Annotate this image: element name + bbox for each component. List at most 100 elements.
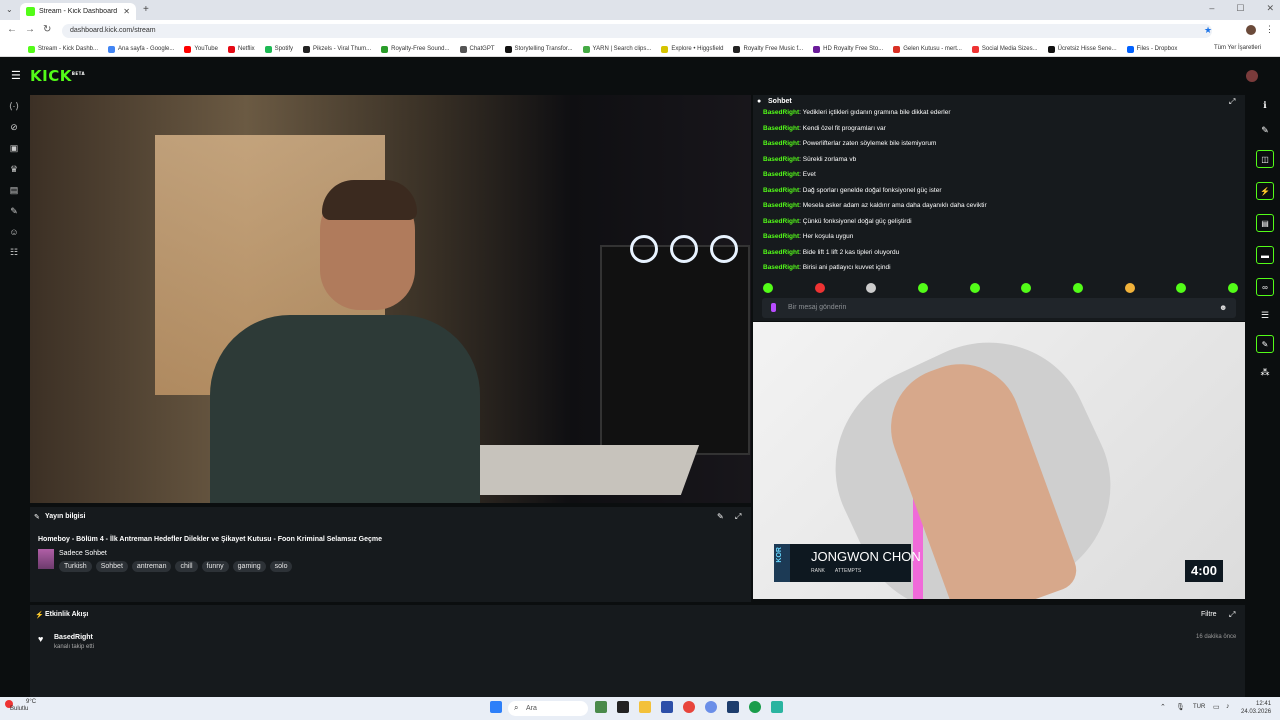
chat-username[interactable]: BasedRight [763,249,799,256]
stream-nav-icon[interactable]: ⟨·⟩ [9,101,19,112]
calculator-app-icon[interactable] [771,701,783,713]
layers-icon[interactable]: ☰ [1261,310,1269,321]
bookmark-item[interactable]: YARN | Search clips... [582,45,651,53]
emote-icon[interactable] [1021,283,1032,293]
edit-icon[interactable]: ✎ [1261,125,1269,136]
system-clock[interactable]: 12:41 24.03.2026 [1241,700,1271,716]
bookmark-item[interactable]: Royalty Free Music f... [733,45,803,53]
chat-identity-icon[interactable] [771,303,776,312]
bookmark-item[interactable]: Netflix [227,45,255,53]
chrome-icon[interactable] [683,701,695,713]
profile-avatar[interactable] [1246,25,1256,35]
bookmark-item[interactable]: Ana sayfa - Google... [108,45,174,53]
landscape-app-icon[interactable] [595,701,607,713]
emote-icon[interactable] [1072,283,1083,293]
activity-username[interactable]: BasedRight [54,634,93,641]
emote-icon[interactable] [1176,283,1187,293]
link-nav-icon[interactable]: ⊘ [10,122,18,133]
taskbar-search[interactable]: Ara [508,701,588,716]
minimize-icon[interactable]: – [1209,3,1214,14]
tab-search-icon[interactable]: ⌄ [6,5,13,14]
team-nav-icon[interactable]: ☷ [10,247,18,258]
emote-icon[interactable] [917,283,928,293]
bookmark-item[interactable]: Storytelling Transfor... [504,45,573,53]
file-explorer-icon[interactable] [639,701,651,713]
user-avatar[interactable] [1246,70,1258,82]
reload-icon[interactable]: ↻ [43,24,51,35]
tag[interactable]: solo [269,561,293,572]
url-field[interactable]: dashboard.kick.com/stream [62,24,1212,38]
chat-username[interactable]: BasedRight [763,156,799,163]
calendar-nav-icon[interactable]: ▤ [10,185,19,196]
close-tab-icon[interactable]: ✕ [123,7,130,16]
bookmark-item[interactable]: Pikzels - Viral Thum... [303,45,371,53]
maximize-icon[interactable]: ☐ [1236,3,1244,14]
library-nav-icon[interactable]: ▣ [10,143,19,154]
trophy-nav-icon[interactable]: ♛ [10,164,18,175]
emote-icon[interactable] [1124,283,1135,293]
browser-app-icon[interactable] [705,701,717,713]
popout-activity-icon[interactable]: ⤢ [1229,610,1235,620]
bookmark-star-icon[interactable]: ★ [1204,25,1212,36]
store-app-icon[interactable] [661,701,673,713]
tag[interactable]: gaming [232,561,266,572]
chat-username[interactable]: BasedRight [763,202,799,209]
all-bookmarks[interactable]: Tüm Yer İşaretleri [1214,45,1261,51]
tray-chevron-icon[interactable]: ⌃ [1160,703,1166,711]
tools-nav-icon[interactable]: ✎ [10,206,18,217]
bookmark-item[interactable]: Spotify [264,45,293,53]
tag[interactable]: funny [201,561,229,572]
tag[interactable]: chill [175,561,198,572]
browser-menu-icon[interactable]: ⋮ [1265,24,1274,35]
clip-icon[interactable]: ◫ [1256,150,1274,168]
bookmark-item[interactable]: Gelen Kutusu - mert... [893,45,962,53]
emote-icon[interactable] [969,283,980,293]
tools-action-icon[interactable]: ✎ [1256,335,1274,353]
document-icon[interactable]: ▤ [1256,214,1274,232]
chat-username[interactable]: BasedRight [763,171,799,178]
bookmark-item[interactable]: Stream - Kick Dashb... [28,45,98,53]
popout-info-icon[interactable]: ⤢ [735,512,741,522]
share-icon[interactable]: ⁂ [1261,367,1270,378]
language-indicator[interactable]: TUR [1193,704,1205,710]
bookmark-item[interactable]: Royalty-Free Sound... [381,45,450,53]
emote-icon[interactable] [814,283,825,293]
stream-video-preview[interactable] [30,95,751,503]
edit-info-icon[interactable]: ✎ [717,512,724,521]
emote-icon[interactable] [866,283,877,293]
bookmark-item[interactable]: Files - Dropbox [1126,45,1177,53]
forward-icon[interactable]: → [25,24,35,35]
emoji-icon[interactable]: ☻ [1219,303,1227,312]
music-app-icon[interactable] [749,701,761,713]
bookmark-item[interactable]: Explore • Higgsfield [661,45,723,53]
chat-username[interactable]: BasedRight [763,233,799,240]
volume-icon[interactable]: ♪ [1226,703,1230,710]
community-nav-icon[interactable]: ☺ [9,227,18,237]
tag[interactable]: Turkish [59,561,92,572]
network-icon[interactable]: ▭ [1213,703,1220,711]
tag[interactable]: antreman [131,561,172,572]
back-icon[interactable]: ← [7,24,17,35]
chat-input[interactable]: Bir mesaj gönderin [762,298,1236,318]
terminal-app-icon[interactable] [617,701,629,713]
popout-chat-icon[interactable]: ⤢ [1229,97,1235,107]
chat-username[interactable]: BasedRight [763,125,799,132]
hamburger-menu-icon[interactable]: ☰ [11,69,21,82]
link-action-icon[interactable]: ∞ [1256,278,1274,296]
bookmark-item[interactable]: HD Royalty Free Sto... [813,45,883,53]
bookmark-item[interactable]: YouTube [184,45,218,53]
stream-category[interactable]: Sadece Sohbet [59,550,107,557]
chat-action-icon[interactable]: ▬ [1256,246,1274,264]
weather-widget[interactable]: 9°C Bulutlu [10,699,36,713]
close-window-icon[interactable]: ✕ [1266,3,1274,14]
windows-start-icon[interactable] [490,701,502,713]
emote-icon[interactable] [1227,283,1238,293]
bookmark-item[interactable]: Social Media Sizes... [971,45,1038,53]
bookmark-item[interactable]: Ücretsiz Hisse Sene... [1047,45,1117,53]
info-icon[interactable]: ℹ [1263,100,1266,111]
emote-icon[interactable] [763,283,773,293]
chat-username[interactable]: BasedRight [763,187,799,194]
chat-username[interactable]: BasedRight [763,264,799,271]
mic-icon[interactable]: 🎙 [1176,703,1185,711]
tag[interactable]: Sohbet [95,561,128,572]
